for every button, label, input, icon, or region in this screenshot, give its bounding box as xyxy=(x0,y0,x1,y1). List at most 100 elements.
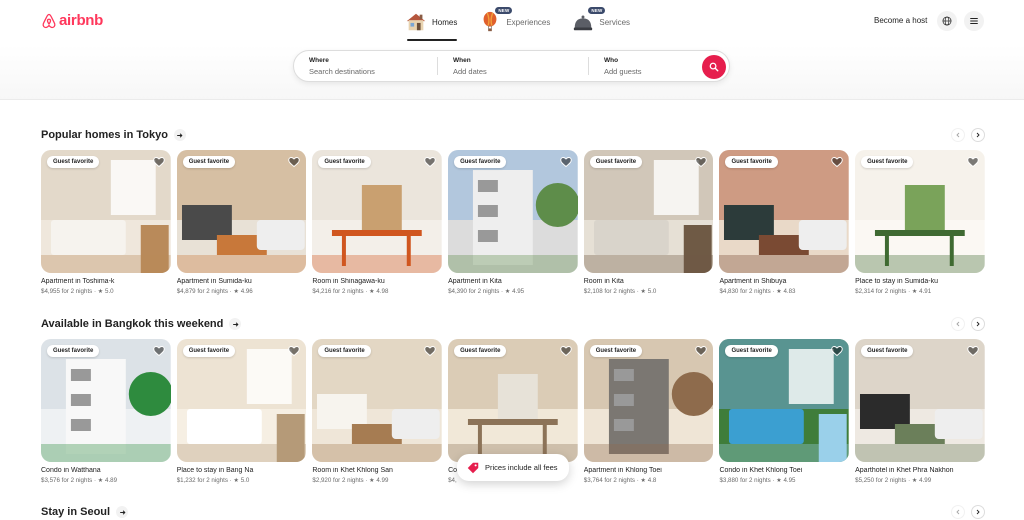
listing-card[interactable]: Guest favorite Condo in Khet Khlong Toei… xyxy=(719,339,850,484)
chevron-right-icon xyxy=(976,509,980,515)
guest-favorite-badge: Guest favorite xyxy=(725,345,778,357)
listing-price-rating: $2,314 for 2 nights · ★ 4.91 xyxy=(855,288,932,295)
arrow-right-icon xyxy=(177,132,183,138)
heart-icon[interactable] xyxy=(831,156,843,168)
airbnb-logo-icon xyxy=(42,13,56,28)
carousel-prev-button[interactable] xyxy=(951,317,965,331)
guest-favorite-badge: Guest favorite xyxy=(318,156,371,168)
where-field[interactable]: Where Search destinations xyxy=(294,51,437,81)
listing-card[interactable]: Guest favorite Aparthotel in Khet Phra N… xyxy=(855,339,985,484)
listing-photo-frame[interactable]: Guest favorite xyxy=(41,339,171,462)
carousel-prev-button[interactable] xyxy=(951,505,965,519)
tab-experiences-label: Experiences xyxy=(506,17,551,27)
listing-photo-frame[interactable]: Guest favorite xyxy=(41,150,171,273)
listing-photo-frame[interactable]: Guest favorite xyxy=(176,150,307,273)
language-button[interactable] xyxy=(937,11,957,31)
listing-price-rating: $5,250 for 2 nights · ★ 4.99 xyxy=(855,477,932,484)
listing-photo xyxy=(719,339,850,462)
carousel-prev-button[interactable] xyxy=(951,128,965,142)
listing-card[interactable]: Guest favorite Place to stay in Bang Na … xyxy=(176,339,307,484)
guest-favorite-badge: Guest favorite xyxy=(454,345,507,357)
guest-favorite-badge: Guest favorite xyxy=(182,345,236,357)
tab-homes-label: Homes xyxy=(432,17,458,27)
section-title[interactable]: Stay in Seoul xyxy=(41,506,110,518)
listing-price-rating: $3,576 for 2 nights · ★ 4.89 xyxy=(41,477,118,484)
listing-photo-frame[interactable]: Guest favorite xyxy=(719,339,850,462)
listing-photo xyxy=(855,150,985,273)
section-title[interactable]: Popular homes in Tokyo xyxy=(41,129,168,141)
heart-icon[interactable] xyxy=(560,345,572,357)
listing-price-rating: $1,232 for 2 nights · ★ 5.0 xyxy=(176,477,250,484)
heart-icon[interactable] xyxy=(424,345,436,357)
listing-card[interactable]: Guest favorite Apartment in Khlong Toei … xyxy=(583,339,714,484)
tab-services[interactable]: NEW Services xyxy=(572,7,630,36)
listing-card[interactable]: Guest favorite Apartment in Toshima-k $4… xyxy=(41,150,171,295)
listing-title: Place to stay in Bang Na xyxy=(176,467,254,474)
listing-section: Popular homes in Tokyo Guest favorite Ap… xyxy=(41,127,985,295)
heart-icon[interactable] xyxy=(424,156,436,168)
section-header: Stay in Seoul xyxy=(41,504,985,520)
listing-price-rating: $4,830 for 2 nights · ★ 4.83 xyxy=(719,288,796,295)
listing-card[interactable]: Guest favorite Room in Shinagawa-ku $4,2… xyxy=(312,150,443,295)
carousel-next-button[interactable] xyxy=(971,128,985,142)
heart-icon[interactable] xyxy=(695,156,708,168)
section-see-all-button[interactable] xyxy=(229,318,242,330)
listing-photo xyxy=(41,339,171,462)
tab-homes[interactable]: Homes xyxy=(405,8,458,41)
listing-photo-frame[interactable]: Guest favorite xyxy=(176,339,307,462)
heart-icon[interactable] xyxy=(152,156,165,168)
listing-photo xyxy=(176,150,307,273)
tab-experiences[interactable]: NEW Experiences xyxy=(479,7,551,36)
heart-icon[interactable] xyxy=(695,345,708,357)
section-see-all-button[interactable] xyxy=(116,506,129,518)
listing-card[interactable]: Guest favorite Place to stay in Sumida-k… xyxy=(855,150,985,295)
main-menu-button[interactable] xyxy=(964,11,984,31)
when-placeholder: Add dates xyxy=(453,67,487,76)
listing-photo xyxy=(448,339,578,462)
category-nav: Homes NEW Experiences NEW Services xyxy=(405,7,630,41)
section-title[interactable]: Available in Bangkok this weekend xyxy=(41,318,223,330)
section-see-all-button[interactable] xyxy=(173,129,186,141)
listing-card[interactable]: Guest favorite Room in Kita $2,108 for 2… xyxy=(583,150,714,295)
heart-icon[interactable] xyxy=(288,345,301,357)
listing-carousel: Guest favorite Apartment in Toshima-k $4… xyxy=(41,150,985,295)
price-info-toast[interactable]: Prices include all fees xyxy=(457,454,569,481)
when-field[interactable]: When Add dates xyxy=(438,51,588,81)
listing-card[interactable]: Guest favorite Apartment in Kita $4,390 … xyxy=(448,150,578,295)
listing-photo-frame[interactable]: Guest favorite xyxy=(583,339,714,462)
listing-card[interactable]: Guest favorite Apartment in Sumida-ku $4… xyxy=(176,150,307,295)
listing-photo-frame[interactable]: Guest favorite xyxy=(448,339,578,462)
guest-favorite-badge: Guest favorite xyxy=(861,156,914,168)
heart-icon[interactable] xyxy=(967,345,979,357)
listing-photo-frame[interactable]: Guest favorite xyxy=(583,150,714,273)
heart-icon[interactable] xyxy=(831,345,843,357)
heart-icon[interactable] xyxy=(967,156,979,168)
listing-card[interactable]: Guest favorite Condo in Watthana $3,576 … xyxy=(41,339,171,484)
listing-title: Condo in Khet Khlong Toei xyxy=(719,467,803,474)
carousel-next-button[interactable] xyxy=(971,317,985,331)
listing-title: Apartment in Khlong Toei xyxy=(583,467,662,474)
heart-icon[interactable] xyxy=(152,345,165,357)
listing-card[interactable]: Guest favorite Apartment in Shibuya $4,8… xyxy=(719,150,850,295)
search-button[interactable] xyxy=(702,55,726,79)
listing-photo-frame[interactable]: Guest favorite xyxy=(312,150,443,273)
listing-card[interactable]: Guest favorite Room in Khet Khlong San $… xyxy=(312,339,443,484)
listing-photo-frame[interactable]: Guest favorite xyxy=(312,339,443,462)
listing-photo-frame[interactable]: Guest favorite xyxy=(855,150,985,273)
listing-photo-frame[interactable]: Guest favorite xyxy=(855,339,985,462)
heart-icon[interactable] xyxy=(288,156,301,168)
listing-photo-frame[interactable]: Guest favorite xyxy=(719,150,850,273)
become-a-host-link[interactable]: Become a host xyxy=(874,16,927,25)
airbnb-logo[interactable]: airbnb xyxy=(41,12,103,29)
listing-photo xyxy=(719,150,850,273)
listing-price-rating: $4,390 for 2 nights · ★ 4.95 xyxy=(448,288,525,295)
listing-photo-frame[interactable]: Guest favorite xyxy=(448,150,578,273)
who-field[interactable]: Who Add guests xyxy=(589,51,709,81)
listing-title: Room in Kita xyxy=(583,278,624,285)
listing-price-rating: $4,216 for 2 nights · ★ 4.98 xyxy=(312,288,389,295)
heart-icon[interactable] xyxy=(560,156,572,168)
hamburger-menu-icon xyxy=(970,18,978,24)
section-header: Available in Bangkok this weekend xyxy=(41,316,985,332)
listing-title: Room in Shinagawa-ku xyxy=(312,278,385,285)
carousel-next-button[interactable] xyxy=(971,505,985,519)
